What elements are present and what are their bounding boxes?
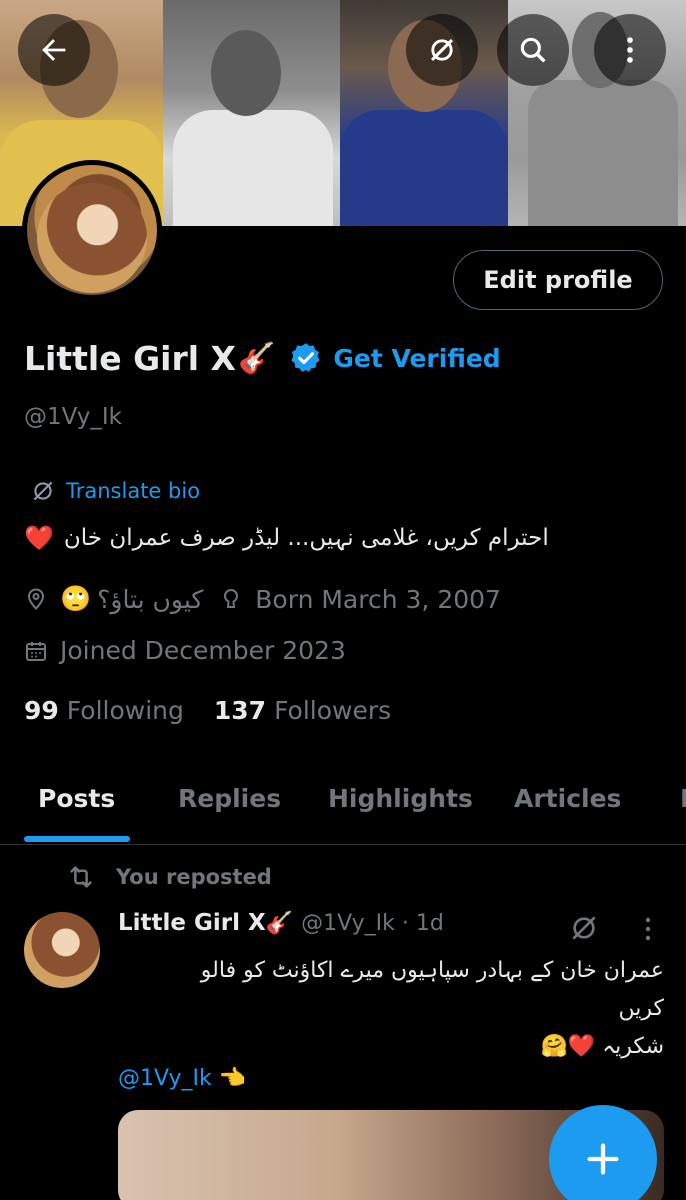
profile-bio: ❤️ احترام کریں، غلامی نہیں... لیڈر صرف ع… bbox=[24, 524, 549, 552]
tab-replies[interactable]: Replies bbox=[178, 784, 281, 813]
get-verified-link[interactable]: Get Verified bbox=[333, 344, 500, 373]
translate-bio-label: Translate bio bbox=[66, 479, 201, 503]
profile-avatar[interactable] bbox=[22, 160, 162, 300]
calendar-icon bbox=[26, 641, 46, 661]
search-button[interactable] bbox=[497, 14, 569, 86]
birthday-text: Born March 3, 2007 bbox=[255, 584, 501, 614]
display-name: Little Girl X bbox=[24, 338, 236, 378]
profile-tabs: Posts Replies Highlights Articles M bbox=[0, 770, 686, 845]
plus-icon bbox=[587, 1143, 619, 1175]
active-tab-indicator bbox=[24, 836, 130, 842]
search-icon bbox=[520, 37, 546, 63]
followers-link[interactable]: 137 Followers bbox=[214, 696, 391, 725]
more-vertical-icon bbox=[627, 37, 633, 63]
profile-handle: @1Vy_Ik bbox=[24, 404, 122, 430]
location-text: کیوں بتاؤ؟ bbox=[97, 584, 204, 614]
banner-photo-2 bbox=[163, 0, 340, 226]
back-button[interactable] bbox=[18, 14, 90, 86]
following-link[interactable]: 99 Following bbox=[24, 696, 184, 725]
post-author-avatar[interactable] bbox=[24, 912, 100, 988]
more-button[interactable] bbox=[594, 14, 666, 86]
location-icon bbox=[27, 588, 45, 610]
post-more-icon[interactable] bbox=[636, 914, 660, 944]
translate-bio-link[interactable]: Translate bio bbox=[30, 478, 200, 504]
heart-emoji: ❤️ bbox=[24, 524, 54, 552]
bio-text: احترام کریں، غلامی نہیں... لیڈر صرف عمرا… bbox=[63, 525, 549, 551]
verified-badge-icon[interactable] bbox=[289, 341, 323, 375]
followers-count: 137 bbox=[213, 696, 267, 725]
guitar-emoji: 🎸 bbox=[265, 910, 294, 936]
joined-row: Joined December 2023 bbox=[24, 636, 346, 665]
post-author-meta: @1Vy_Ik · 1d bbox=[301, 910, 444, 936]
guitar-emoji: 🎸 bbox=[238, 340, 276, 376]
repost-indicator: You reposted bbox=[66, 862, 272, 892]
following-count: 99 bbox=[24, 696, 59, 725]
post-text: عمران خان کے بہادر سپاہیوں میرے اکاؤنٹ ک… bbox=[200, 958, 664, 1059]
tab-highlights[interactable]: Highlights bbox=[328, 784, 473, 813]
joined-text: Joined December 2023 bbox=[60, 636, 346, 665]
edit-profile-button[interactable]: Edit profile bbox=[453, 250, 663, 310]
post-mention-link[interactable]: @1Vy_Ik 👈 bbox=[118, 1066, 246, 1091]
grok-button[interactable] bbox=[406, 14, 478, 86]
following-label: Following bbox=[66, 696, 184, 725]
repost-label: You reposted bbox=[116, 865, 272, 889]
arrow-left-icon bbox=[42, 39, 66, 61]
post-header: Little Girl X 🎸 @1Vy_Ik · 1d bbox=[118, 910, 444, 936]
repost-icon bbox=[70, 866, 92, 888]
profile-name-row: Little Girl X 🎸 Get Verified bbox=[24, 332, 501, 384]
tab-articles[interactable]: Articles bbox=[514, 784, 621, 813]
grok-icon[interactable] bbox=[568, 912, 600, 944]
location-emoji: 🙄 bbox=[60, 584, 92, 613]
post-author-name[interactable]: Little Girl X bbox=[118, 910, 266, 936]
follow-stats: 99 Following 137 Followers bbox=[24, 696, 391, 725]
grok-icon bbox=[33, 481, 53, 501]
grok-icon bbox=[430, 38, 454, 62]
birthday-icon bbox=[224, 588, 239, 608]
tab-posts[interactable]: Posts bbox=[38, 784, 115, 813]
followers-label: Followers bbox=[274, 696, 392, 725]
profile-meta-row: 🙄 کیوں بتاؤ؟ Born March 3, 2007 bbox=[24, 584, 501, 614]
tab-media[interactable]: M bbox=[680, 784, 686, 813]
